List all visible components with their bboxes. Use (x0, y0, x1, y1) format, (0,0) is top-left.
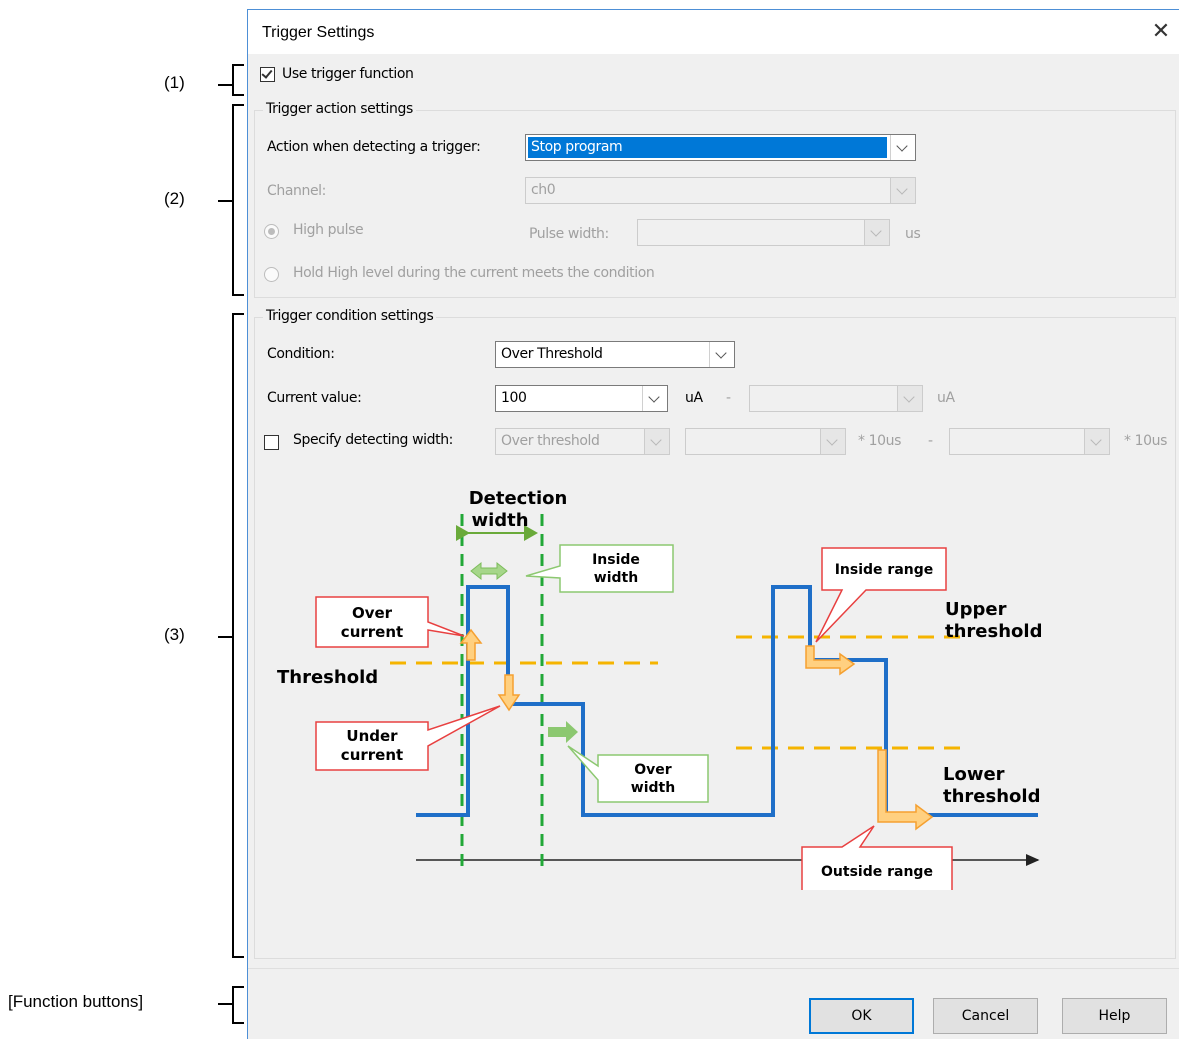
over-current-arrow (459, 628, 483, 661)
callout-2-bracket (232, 104, 244, 296)
trigger-action-group-title: Trigger action settings (263, 101, 416, 117)
over-width-line2: width (631, 780, 675, 796)
trigger-condition-diagram: Over current Under current Inside range … (277, 488, 1042, 890)
current-upper-select[interactable] (749, 385, 923, 412)
chevron-down-icon[interactable] (642, 386, 667, 411)
width-to-select[interactable] (949, 428, 1110, 455)
current-value-select[interactable]: 100 (495, 385, 668, 412)
outside-range-text: Outside range (821, 864, 933, 880)
callout-3-leader (218, 636, 232, 638)
over-current-callout: Over current (315, 596, 465, 648)
help-button[interactable]: Help (1062, 998, 1167, 1034)
over-width-line1: Over (634, 762, 672, 778)
cancel-button[interactable]: Cancel (933, 998, 1038, 1034)
action-select-value: Stop program (528, 137, 887, 158)
callout-func-bracket (232, 986, 244, 1024)
inside-range-text: Inside range (835, 562, 934, 578)
over-current-line1: Over (352, 604, 393, 622)
specify-width-checkbox[interactable] (264, 435, 279, 450)
inside-width-callout: Inside width (525, 544, 674, 593)
width-unit-2: * 10us (1124, 433, 1168, 449)
pulse-width-select[interactable] (637, 219, 890, 246)
hold-high-label[interactable]: Hold High level during the current meets… (293, 265, 655, 281)
pulse-width-label: Pulse width: (529, 226, 609, 242)
title-bar: Trigger Settings ✕ (248, 10, 1179, 54)
under-current-line1: Under (346, 727, 398, 745)
callout-function-buttons: [Function buttons] (8, 992, 144, 1011)
width-from-select[interactable] (685, 428, 846, 455)
channel-select[interactable]: ch0 (525, 177, 916, 204)
callout-1-leader (218, 84, 232, 86)
callout-1-bracket (232, 64, 244, 96)
callout-func-leader (218, 1003, 232, 1005)
channel-select-value: ch0 (531, 182, 556, 198)
high-pulse-label[interactable]: High pulse (293, 222, 364, 238)
current-upper-unit: uA (937, 390, 955, 406)
specify-width-label[interactable]: Specify detecting width: (293, 432, 453, 448)
trigger-settings-dialog: Trigger Settings ✕ Use trigger function … (247, 9, 1179, 1039)
inside-range-arrow (805, 645, 856, 676)
hold-high-radio[interactable] (264, 267, 279, 282)
condition-select-value: Over Threshold (501, 346, 603, 362)
condition-label: Condition: (267, 346, 335, 362)
chevron-down-icon[interactable] (890, 178, 915, 203)
callout-2: (2) (164, 189, 185, 208)
current-value: 100 (501, 390, 527, 406)
lower-threshold-line1: Lower (943, 764, 1005, 785)
threshold-label: Threshold (277, 667, 378, 688)
under-current-callout: Under current (315, 705, 501, 771)
channel-label: Channel: (267, 183, 326, 199)
use-trigger-label[interactable]: Use trigger function (282, 66, 414, 82)
chevron-down-icon[interactable] (820, 429, 845, 454)
chevron-down-icon[interactable] (897, 386, 922, 411)
pulse-width-unit: us (905, 226, 921, 242)
inside-width-arrow (470, 561, 508, 581)
use-trigger-checkbox[interactable] (260, 67, 275, 82)
action-select[interactable]: Stop program (525, 134, 916, 161)
ok-button[interactable]: OK (809, 998, 914, 1034)
upper-threshold-line2: threshold (945, 621, 1042, 642)
width-mode-select[interactable]: Over threshold (495, 428, 670, 455)
callout-3: (3) (164, 625, 185, 644)
callout-3-bracket (232, 313, 244, 958)
trigger-condition-group-title: Trigger condition settings (263, 308, 437, 324)
detection-width-line1: Detection (469, 488, 568, 509)
over-width-callout: Over width (567, 745, 709, 803)
current-dash: - (726, 390, 731, 406)
inside-width-line2: width (594, 570, 638, 586)
over-current-line2: current (341, 623, 403, 641)
condition-select[interactable]: Over Threshold (495, 341, 735, 368)
inside-width-line1: Inside (592, 552, 640, 568)
action-label: Action when detecting a trigger: (267, 139, 481, 155)
under-current-line2: current (341, 746, 403, 764)
current-unit: uA (685, 390, 703, 406)
chevron-down-icon[interactable] (709, 342, 734, 367)
chevron-down-icon[interactable] (1084, 429, 1109, 454)
high-pulse-radio[interactable] (264, 224, 279, 239)
current-value-label: Current value: (267, 390, 362, 406)
chevron-down-icon[interactable] (644, 429, 669, 454)
close-icon[interactable]: ✕ (1148, 18, 1174, 44)
lower-threshold-line2: threshold (943, 786, 1040, 807)
button-area-separator (248, 968, 1179, 969)
callout-1: (1) (164, 73, 185, 92)
dialog-title: Trigger Settings (262, 24, 375, 41)
chevron-down-icon[interactable] (890, 135, 915, 160)
detection-width-line2: width (471, 510, 528, 531)
width-mode-value: Over threshold (501, 433, 600, 449)
outside-range-arrow (877, 749, 934, 831)
width-dash: - (928, 433, 933, 449)
outside-range-callout: Outside range (801, 825, 953, 890)
inside-range-callout: Inside range (815, 547, 947, 643)
width-unit-1: * 10us (858, 433, 902, 449)
upper-threshold-line1: Upper (945, 599, 1007, 620)
callout-2-leader (218, 200, 232, 202)
over-width-arrow (548, 721, 578, 743)
chevron-down-icon[interactable] (864, 220, 889, 245)
